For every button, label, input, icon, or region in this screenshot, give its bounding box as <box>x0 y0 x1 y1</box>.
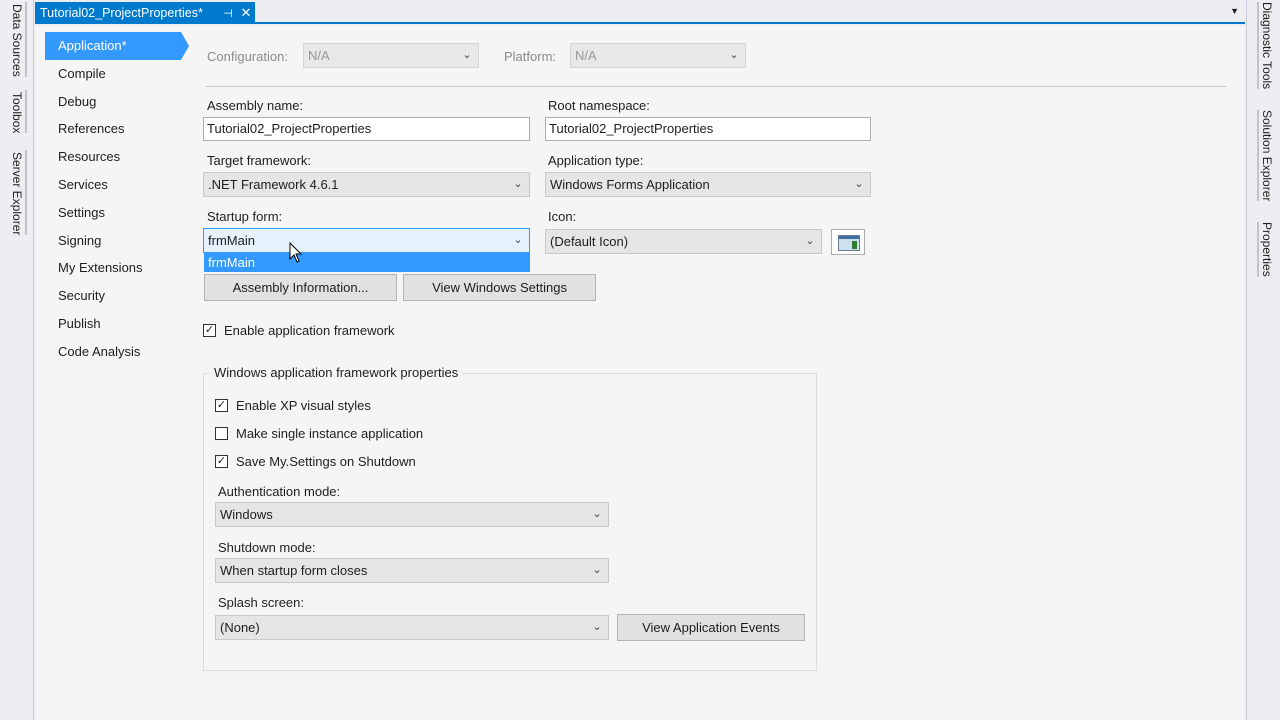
enable-app-framework-checkbox[interactable]: ✓ Enable application framework <box>203 323 395 338</box>
xp-styles-label: Enable XP visual styles <box>236 398 371 413</box>
save-settings-label: Save My.Settings on Shutdown <box>236 454 416 469</box>
nav-publish[interactable]: Publish <box>45 310 195 338</box>
save-settings-checkbox[interactable]: ✓ Save My.Settings on Shutdown <box>215 454 416 469</box>
shutdown-mode-value: When startup form closes <box>220 563 368 578</box>
chevron-down-icon: ⌄ <box>513 234 523 246</box>
document-tab-title: Tutorial02_ProjectProperties* <box>40 6 203 20</box>
nav-application[interactable]: Application* <box>45 32 189 60</box>
startup-form-value: frmMain <box>208 233 255 248</box>
tab-overflow-icon[interactable]: ▼ <box>1230 6 1239 16</box>
diagnostic-tools-tab[interactable]: Diagnostic Tools <box>1257 2 1274 90</box>
checkbox-box: ✓ <box>215 455 228 468</box>
nav-my-extensions[interactable]: My Extensions <box>45 254 195 282</box>
right-tool-strip: Diagnostic Tools Solution Explorer Prope… <box>1246 0 1280 720</box>
target-framework-label: Target framework: <box>207 153 312 168</box>
toolbox-tab[interactable]: Toolbox <box>10 90 27 134</box>
configuration-select[interactable]: N/A ⌄ <box>303 43 479 68</box>
group-title: Windows application framework properties <box>210 365 463 380</box>
pin-icon[interactable]: ⊣ <box>219 7 237 20</box>
splash-screen-select[interactable]: (None) ⌄ <box>215 615 609 640</box>
solution-explorer-tab[interactable]: Solution Explorer <box>1257 110 1274 202</box>
assembly-name-label: Assembly name: <box>207 98 304 113</box>
project-properties-page: Application* Compile Debug References Re… <box>35 26 1245 720</box>
chevron-down-icon: ⌄ <box>592 621 602 633</box>
mouse-pointer-icon <box>289 242 303 263</box>
platform-select[interactable]: N/A ⌄ <box>570 43 746 68</box>
icon-select[interactable]: (Default Icon) ⌄ <box>545 229 822 254</box>
root-namespace-input[interactable]: Tutorial02_ProjectProperties <box>545 117 871 141</box>
checkbox-box <box>215 427 228 440</box>
auth-mode-label: Authentication mode: <box>218 484 341 499</box>
document-tab-bar: Tutorial02_ProjectProperties* ⊣ ✕ ▼ <box>35 0 1245 24</box>
assembly-information-button[interactable]: Assembly Information... <box>204 274 397 301</box>
platform-value: N/A <box>575 48 597 63</box>
shutdown-mode-select[interactable]: When startup form closes ⌄ <box>215 558 609 583</box>
checkbox-box: ✓ <box>203 324 216 337</box>
chevron-down-icon: ⌄ <box>729 49 739 61</box>
left-tool-strip: Data Sources Toolbox Server Explorer <box>0 0 34 720</box>
configuration-value: N/A <box>308 48 330 63</box>
splash-screen-value: (None) <box>220 620 260 635</box>
view-application-events-button[interactable]: View Application Events <box>617 614 805 641</box>
chevron-down-icon: ⌄ <box>805 235 815 247</box>
chevron-down-icon: ⌄ <box>462 49 472 61</box>
target-framework-select[interactable]: .NET Framework 4.6.1 ⌄ <box>203 172 530 197</box>
startup-form-select[interactable]: frmMain ⌄ <box>203 228 530 253</box>
xp-styles-checkbox[interactable]: ✓ Enable XP visual styles <box>215 398 371 413</box>
app-icon-preview <box>831 229 865 255</box>
icon-value: (Default Icon) <box>550 234 629 249</box>
configuration-label: Configuration: <box>207 49 288 64</box>
document-tab[interactable]: Tutorial02_ProjectProperties* ⊣ ✕ <box>35 2 255 24</box>
nav-settings[interactable]: Settings <box>45 199 195 227</box>
application-type-select[interactable]: Windows Forms Application ⌄ <box>545 172 871 197</box>
chevron-down-icon: ⌄ <box>854 178 864 190</box>
chevron-down-icon: ⌄ <box>592 508 602 520</box>
chevron-down-icon: ⌄ <box>513 178 523 190</box>
server-explorer-tab[interactable]: Server Explorer <box>10 150 27 236</box>
chevron-down-icon: ⌄ <box>592 564 602 576</box>
view-windows-settings-button[interactable]: View Windows Settings <box>403 274 596 301</box>
icon-label: Icon: <box>548 209 577 224</box>
nav-resources[interactable]: Resources <box>45 143 195 171</box>
enable-app-framework-label: Enable application framework <box>224 323 395 338</box>
single-instance-label: Make single instance application <box>236 426 424 441</box>
application-type-value: Windows Forms Application <box>550 177 710 192</box>
windows-app-framework-group: Windows application framework properties… <box>203 365 817 671</box>
nav-compile[interactable]: Compile <box>45 60 195 88</box>
assembly-name-input[interactable]: Tutorial02_ProjectProperties <box>203 117 530 141</box>
auth-mode-value: Windows <box>220 507 273 522</box>
properties-tab[interactable]: Properties <box>1257 222 1274 277</box>
startup-form-option[interactable]: frmMain <box>204 252 530 272</box>
single-instance-checkbox[interactable]: Make single instance application <box>215 426 423 441</box>
nav-references[interactable]: References <box>45 115 195 143</box>
auth-mode-select[interactable]: Windows ⌄ <box>215 502 609 527</box>
nav-services[interactable]: Services <box>45 171 195 199</box>
splash-screen-label: Splash screen: <box>218 595 304 610</box>
platform-label: Platform: <box>504 49 557 64</box>
nav-signing[interactable]: Signing <box>45 227 195 255</box>
nav-debug[interactable]: Debug <box>45 88 195 116</box>
shutdown-mode-label: Shutdown mode: <box>218 540 316 555</box>
divider <box>205 86 1227 87</box>
nav-security[interactable]: Security <box>45 282 195 310</box>
data-sources-tab[interactable]: Data Sources <box>10 2 27 77</box>
root-namespace-label: Root namespace: <box>548 98 650 113</box>
checkbox-box: ✓ <box>215 399 228 412</box>
startup-form-label: Startup form: <box>207 209 283 224</box>
close-icon[interactable]: ✕ <box>237 5 255 21</box>
nav-code-analysis[interactable]: Code Analysis <box>45 338 195 366</box>
application-type-label: Application type: <box>548 153 644 168</box>
target-framework-value: .NET Framework 4.6.1 <box>208 177 339 192</box>
properties-nav: Application* Compile Debug References Re… <box>45 32 195 366</box>
